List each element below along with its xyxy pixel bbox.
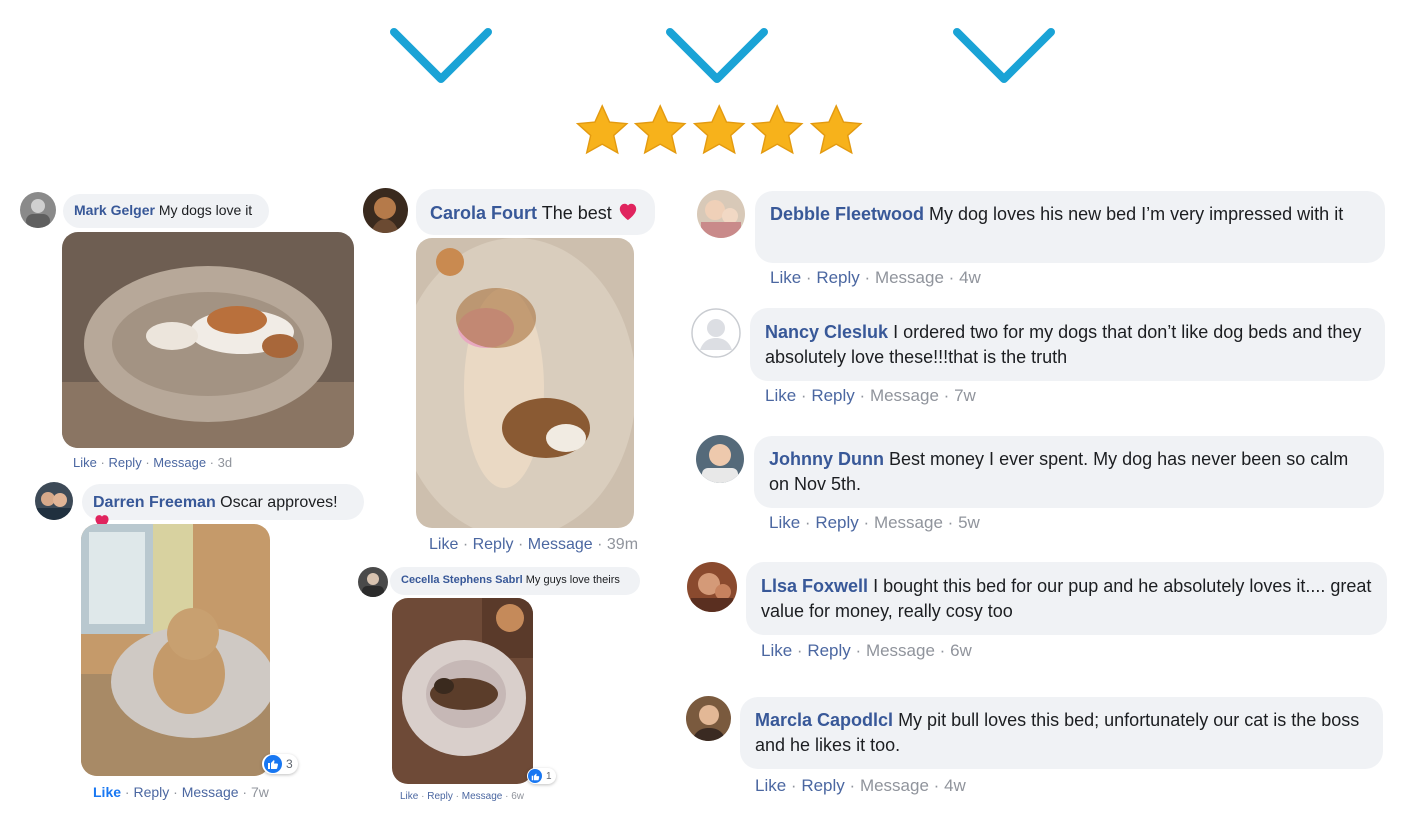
like-link[interactable]: Like	[73, 455, 97, 470]
reply-link[interactable]: Reply	[473, 536, 514, 553]
like-link[interactable]: Like	[761, 641, 792, 660]
comment-author[interactable]: Marcla Capodlcl	[755, 710, 893, 730]
comment-text: My dogs love it	[158, 202, 253, 218]
comment-text: My guys love theirs	[525, 574, 620, 586]
comment-photo[interactable]	[62, 232, 354, 448]
comment-author[interactable]: Johnny Dunn	[769, 449, 884, 469]
like-link[interactable]: Like	[770, 268, 801, 287]
like-link[interactable]: Like	[755, 776, 786, 795]
reaction-count[interactable]: 1	[527, 768, 556, 784]
comment-actions: Like · Reply · Message · 6w	[400, 791, 525, 802]
comment-text: My dog loves his new bed I’m very impres…	[929, 204, 1344, 224]
reply-link[interactable]: Reply	[133, 784, 169, 800]
message-link[interactable]: Message	[866, 641, 935, 660]
timestamp[interactable]: 4w	[959, 268, 981, 287]
reply-link[interactable]: Reply	[815, 513, 858, 532]
comment-bubble: Darren Freeman Oscar approves!	[82, 484, 364, 529]
timestamp[interactable]: 39m	[607, 536, 638, 553]
star-icon	[634, 104, 687, 155]
message-link[interactable]: Message	[528, 536, 593, 553]
timestamp[interactable]: 5w	[958, 513, 980, 532]
timestamp[interactable]: 4w	[944, 776, 966, 795]
comment-bubble: Cecella Stephens Sabrl My guys love thei…	[390, 567, 640, 595]
comment-photo[interactable]	[392, 598, 533, 784]
comment-bubble: Marcla Capodlcl My pit bull loves this b…	[740, 697, 1383, 769]
timestamp[interactable]: 7w	[251, 784, 269, 800]
timestamp[interactable]: 7w	[954, 386, 976, 405]
reply-link[interactable]: Reply	[427, 791, 453, 802]
reply-link[interactable]: Reply	[108, 455, 141, 470]
avatar[interactable]	[363, 188, 408, 233]
comment-bubble: Mark Gelger My dogs love it	[63, 194, 269, 228]
avatar[interactable]	[697, 190, 745, 238]
comment-text: Oscar approves!	[220, 494, 338, 511]
message-link[interactable]: Message	[875, 268, 944, 287]
like-reaction-icon	[264, 755, 282, 773]
star-rating	[574, 102, 864, 162]
comment-author[interactable]: Darren Freeman	[93, 494, 216, 511]
comment-actions: Like · Reply · Message · 7w	[765, 386, 976, 405]
chevron-down-icon	[662, 24, 772, 88]
comment-author[interactable]: Mark Gelger	[74, 202, 155, 218]
avatar[interactable]	[358, 567, 388, 597]
chevron-down-icon	[386, 24, 496, 88]
comment-author[interactable]: Nancy Clesluk	[765, 322, 888, 342]
heart-icon	[617, 201, 639, 227]
comment-author[interactable]: Carola Fourt	[430, 203, 537, 223]
star-icon	[575, 104, 629, 155]
message-link[interactable]: Message	[462, 791, 503, 802]
like-link[interactable]: Like	[765, 386, 796, 405]
comment-author[interactable]: Llsa Foxwell	[761, 576, 868, 596]
like-link[interactable]: Like	[429, 536, 458, 553]
like-link[interactable]: Like	[769, 513, 800, 532]
like-link[interactable]: Like	[400, 791, 418, 802]
avatar[interactable]	[696, 435, 744, 483]
timestamp[interactable]: 3d	[218, 455, 232, 470]
comment-actions: Like · Reply · Message · 4w	[755, 776, 966, 795]
comment-bubble: Johnny Dunn Best money I ever spent. My …	[754, 436, 1384, 508]
comment-text: The best	[541, 203, 612, 223]
message-link[interactable]: Message	[874, 513, 943, 532]
comment-author[interactable]: Cecella Stephens Sabrl	[401, 574, 523, 586]
comment-photo[interactable]	[81, 524, 270, 776]
reply-link[interactable]: Reply	[811, 386, 854, 405]
message-link[interactable]: Message	[182, 784, 239, 800]
comment-actions: Like · Reply · Message · 4w	[770, 268, 981, 287]
message-link[interactable]: Message	[870, 386, 939, 405]
comment-actions: Like · Reply · Message · 7w	[93, 784, 269, 800]
reaction-count[interactable]: 3	[262, 754, 298, 774]
message-link[interactable]: Message	[860, 776, 929, 795]
star-icon	[809, 104, 863, 155]
reply-link[interactable]: Reply	[801, 776, 844, 795]
message-link[interactable]: Message	[153, 455, 206, 470]
avatar[interactable]	[686, 696, 731, 741]
comment-bubble: Carola Fourt The best	[416, 189, 655, 235]
like-link[interactable]: Like	[93, 784, 121, 800]
comment-bubble: Debble Fleetwood My dog loves his new be…	[755, 191, 1385, 263]
reply-link[interactable]: Reply	[816, 268, 859, 287]
timestamp[interactable]: 6w	[511, 791, 524, 802]
comment-photo[interactable]	[416, 238, 634, 528]
comment-actions: Like · Reply · Message · 39m	[429, 536, 639, 553]
comment-bubble: Llsa Foxwell I bought this bed for our p…	[746, 562, 1387, 635]
star-icon	[751, 104, 804, 155]
avatar[interactable]	[20, 192, 56, 228]
timestamp[interactable]: 6w	[950, 641, 972, 660]
avatar[interactable]	[687, 562, 737, 612]
comment-actions: Like · Reply · Message · 6w	[761, 641, 972, 660]
avatar[interactable]	[35, 482, 73, 520]
comment-author[interactable]: Debble Fleetwood	[770, 204, 924, 224]
comment-actions: Like · Reply · Message · 3d	[73, 455, 233, 470]
chevron-down-icon	[949, 24, 1059, 88]
comment-bubble: Nancy Clesluk I ordered two for my dogs …	[750, 308, 1385, 381]
like-reaction-icon	[528, 769, 542, 783]
star-icon	[692, 104, 746, 155]
reply-link[interactable]: Reply	[807, 641, 850, 660]
avatar[interactable]	[691, 308, 741, 358]
comment-actions: Like · Reply · Message · 5w	[769, 513, 980, 532]
